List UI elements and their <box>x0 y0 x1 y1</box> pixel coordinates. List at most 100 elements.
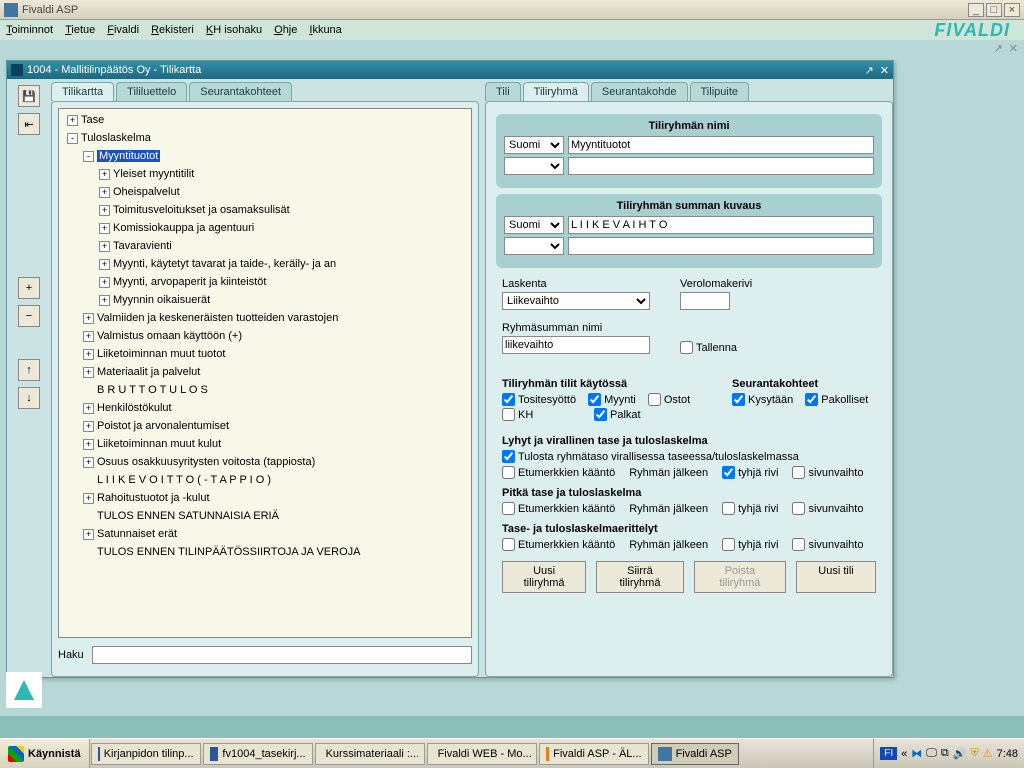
cb-req[interactable] <box>805 393 818 406</box>
group-name-input-2[interactable] <box>568 157 874 175</box>
lang-select-3[interactable]: Suomi <box>504 216 564 234</box>
cb-palkat[interactable] <box>594 408 607 421</box>
tree-node[interactable]: +Myynnin oikaisuerät <box>61 291 469 309</box>
groupsum-input[interactable] <box>502 336 650 354</box>
expand-icon[interactable]: + <box>99 223 110 234</box>
save-checkbox[interactable] <box>680 341 693 354</box>
tray-monitor-icon[interactable]: 🖵 <box>926 747 937 760</box>
cb-printgroup[interactable] <box>502 450 515 463</box>
tree-node[interactable]: +Oheispalvelut <box>61 183 469 201</box>
taskbar-task[interactable]: fv1004_tasekirj... <box>203 743 313 765</box>
inner-maximize-icon[interactable]: ↗ <box>865 64 874 77</box>
tree-node[interactable]: +Satunnaiset erät <box>61 525 469 543</box>
taskbar-task[interactable]: Kirjanpidon tilinp... <box>91 743 201 765</box>
expand-icon[interactable]: + <box>99 295 110 306</box>
tree-node[interactable]: +Valmistus omaan käyttöön (+) <box>61 327 469 345</box>
group-name-input[interactable] <box>568 136 874 154</box>
cb-emptyrow-3[interactable] <box>722 538 735 551</box>
taskbar-task[interactable]: Kurssimateriaali :... <box>315 743 425 765</box>
tree-node[interactable]: +Materiaalit ja palvelut <box>61 363 469 381</box>
cb-kh[interactable] <box>502 408 515 421</box>
tree-node[interactable]: +Myynti, arvopaperit ja kiinteistöt <box>61 273 469 291</box>
inner-close-icon[interactable]: ✕ <box>880 64 889 77</box>
collapse-icon[interactable]: - <box>83 151 94 162</box>
app-restore-icon[interactable]: ↗ <box>994 42 1003 55</box>
new-group-button[interactable]: Uusi tiliryhmä <box>502 561 586 593</box>
search-input[interactable] <box>92 646 472 664</box>
save-icon[interactable]: 💾 <box>18 85 40 107</box>
tree-node[interactable]: TULOS ENNEN SATUNNAISIA ERIÄ <box>61 507 469 525</box>
tree-node[interactable]: +Osuus osakkuusyritysten voitosta (tappi… <box>61 453 469 471</box>
cb-pagebreak-1[interactable] <box>792 466 805 479</box>
menu-fivaldi[interactable]: Fivaldi <box>107 24 139 36</box>
tree-node[interactable]: +Myynti, käytetyt tavarat ja taide-, ker… <box>61 255 469 273</box>
tray-network-icon[interactable]: ⧉ <box>941 747 949 760</box>
lang-select-1[interactable]: Suomi <box>504 136 564 154</box>
tree-node[interactable]: +Liiketoiminnan muut tuotot <box>61 345 469 363</box>
sum-desc-input-2[interactable] <box>568 237 874 255</box>
calc-select[interactable]: Liikevaihto <box>502 292 650 310</box>
expand-icon[interactable]: + <box>83 349 94 360</box>
tab-tili[interactable]: Tili <box>485 82 521 101</box>
tree-node[interactable]: L I I K E V O I T T O ( - T A P P I O ) <box>61 471 469 489</box>
cb-myynti[interactable] <box>588 393 601 406</box>
lang-select-4[interactable] <box>504 237 564 255</box>
expand-icon[interactable]: + <box>99 241 110 252</box>
arrow-up-icon[interactable]: ↑ <box>18 359 40 381</box>
menu-tietue[interactable]: Tietue <box>65 24 95 36</box>
tree-node[interactable]: +Valmiiden ja keskeneräisten tuotteiden … <box>61 309 469 327</box>
plus-icon[interactable]: + <box>18 277 40 299</box>
tray-warn-icon[interactable]: ⚠ <box>983 747 993 760</box>
expand-icon[interactable]: + <box>83 331 94 342</box>
tray-icon[interactable]: « <box>901 748 907 760</box>
bluetooth-icon[interactable]: ⧓ <box>911 747 922 760</box>
tray-sound-icon[interactable]: 🔊 <box>953 747 967 760</box>
cb-signflip-1[interactable] <box>502 466 515 479</box>
tree-node[interactable]: TULOS ENNEN TILINPÄÄTÖSSIIRTOJA JA VEROJ… <box>61 543 469 561</box>
expand-icon[interactable]: + <box>83 367 94 378</box>
minimize-button[interactable]: _ <box>968 3 984 17</box>
expand-icon[interactable]: + <box>83 403 94 414</box>
sum-desc-input[interactable] <box>568 216 874 234</box>
arrow-down-icon[interactable]: ↓ <box>18 387 40 409</box>
export-icon[interactable]: ⇤ <box>18 113 40 135</box>
cb-pagebreak-3[interactable] <box>792 538 805 551</box>
tree-node[interactable]: -Myyntituotot <box>61 147 469 165</box>
collapse-icon[interactable]: - <box>67 133 78 144</box>
cb-signflip-2[interactable] <box>502 502 515 515</box>
expand-icon[interactable]: + <box>83 421 94 432</box>
tree-node[interactable]: +Henkilöstökulut <box>61 399 469 417</box>
expand-icon[interactable]: + <box>67 115 78 126</box>
tree-node[interactable]: +Tase <box>61 111 469 129</box>
cb-ostot[interactable] <box>648 393 661 406</box>
lang-select-2[interactable] <box>504 157 564 175</box>
tree-node[interactable]: +Liiketoiminnan muut kulut <box>61 435 469 453</box>
tree-node[interactable]: B R U T T O T U L O S <box>61 381 469 399</box>
menu-kh-isohaku[interactable]: KH isohaku <box>206 24 262 36</box>
cb-pagebreak-2[interactable] <box>792 502 805 515</box>
tab-tilipuite[interactable]: Tilipuite <box>690 82 750 101</box>
tree-node[interactable]: +Yleiset myyntitilit <box>61 165 469 183</box>
tab-seurantakohde[interactable]: Seurantakohde <box>591 82 688 101</box>
expand-icon[interactable]: + <box>83 439 94 450</box>
tree-node[interactable]: +Komissiokauppa ja agentuuri <box>61 219 469 237</box>
tray-shield-icon[interactable]: ⛨ <box>970 747 978 760</box>
menu-ohje[interactable]: Ohje <box>274 24 297 36</box>
expand-icon[interactable]: + <box>83 529 94 540</box>
tab-tililuettelo[interactable]: Tililuettelo <box>116 82 187 101</box>
taskbar-task[interactable]: Fivaldi ASP <box>651 743 739 765</box>
tab-tilikartta[interactable]: Tilikartta <box>51 82 114 101</box>
tree-node[interactable]: +Tavaravienti <box>61 237 469 255</box>
expand-icon[interactable]: + <box>99 169 110 180</box>
cb-emptyrow-1[interactable] <box>722 466 735 479</box>
maximize-button[interactable]: □ <box>986 3 1002 17</box>
tree-node[interactable]: +Toimitusveloitukset ja osamaksulisät <box>61 201 469 219</box>
expand-icon[interactable]: + <box>83 313 94 324</box>
expand-icon[interactable]: + <box>99 277 110 288</box>
minus-icon[interactable]: − <box>18 305 40 327</box>
cb-tosite[interactable] <box>502 393 515 406</box>
taskbar-task[interactable]: Fivaldi ASP - ÄL... <box>539 743 649 765</box>
expand-icon[interactable]: + <box>99 187 110 198</box>
cb-emptyrow-2[interactable] <box>722 502 735 515</box>
tree-scroll[interactable]: +Tase-Tuloslaskelma-Myyntituotot+Yleiset… <box>58 108 472 638</box>
